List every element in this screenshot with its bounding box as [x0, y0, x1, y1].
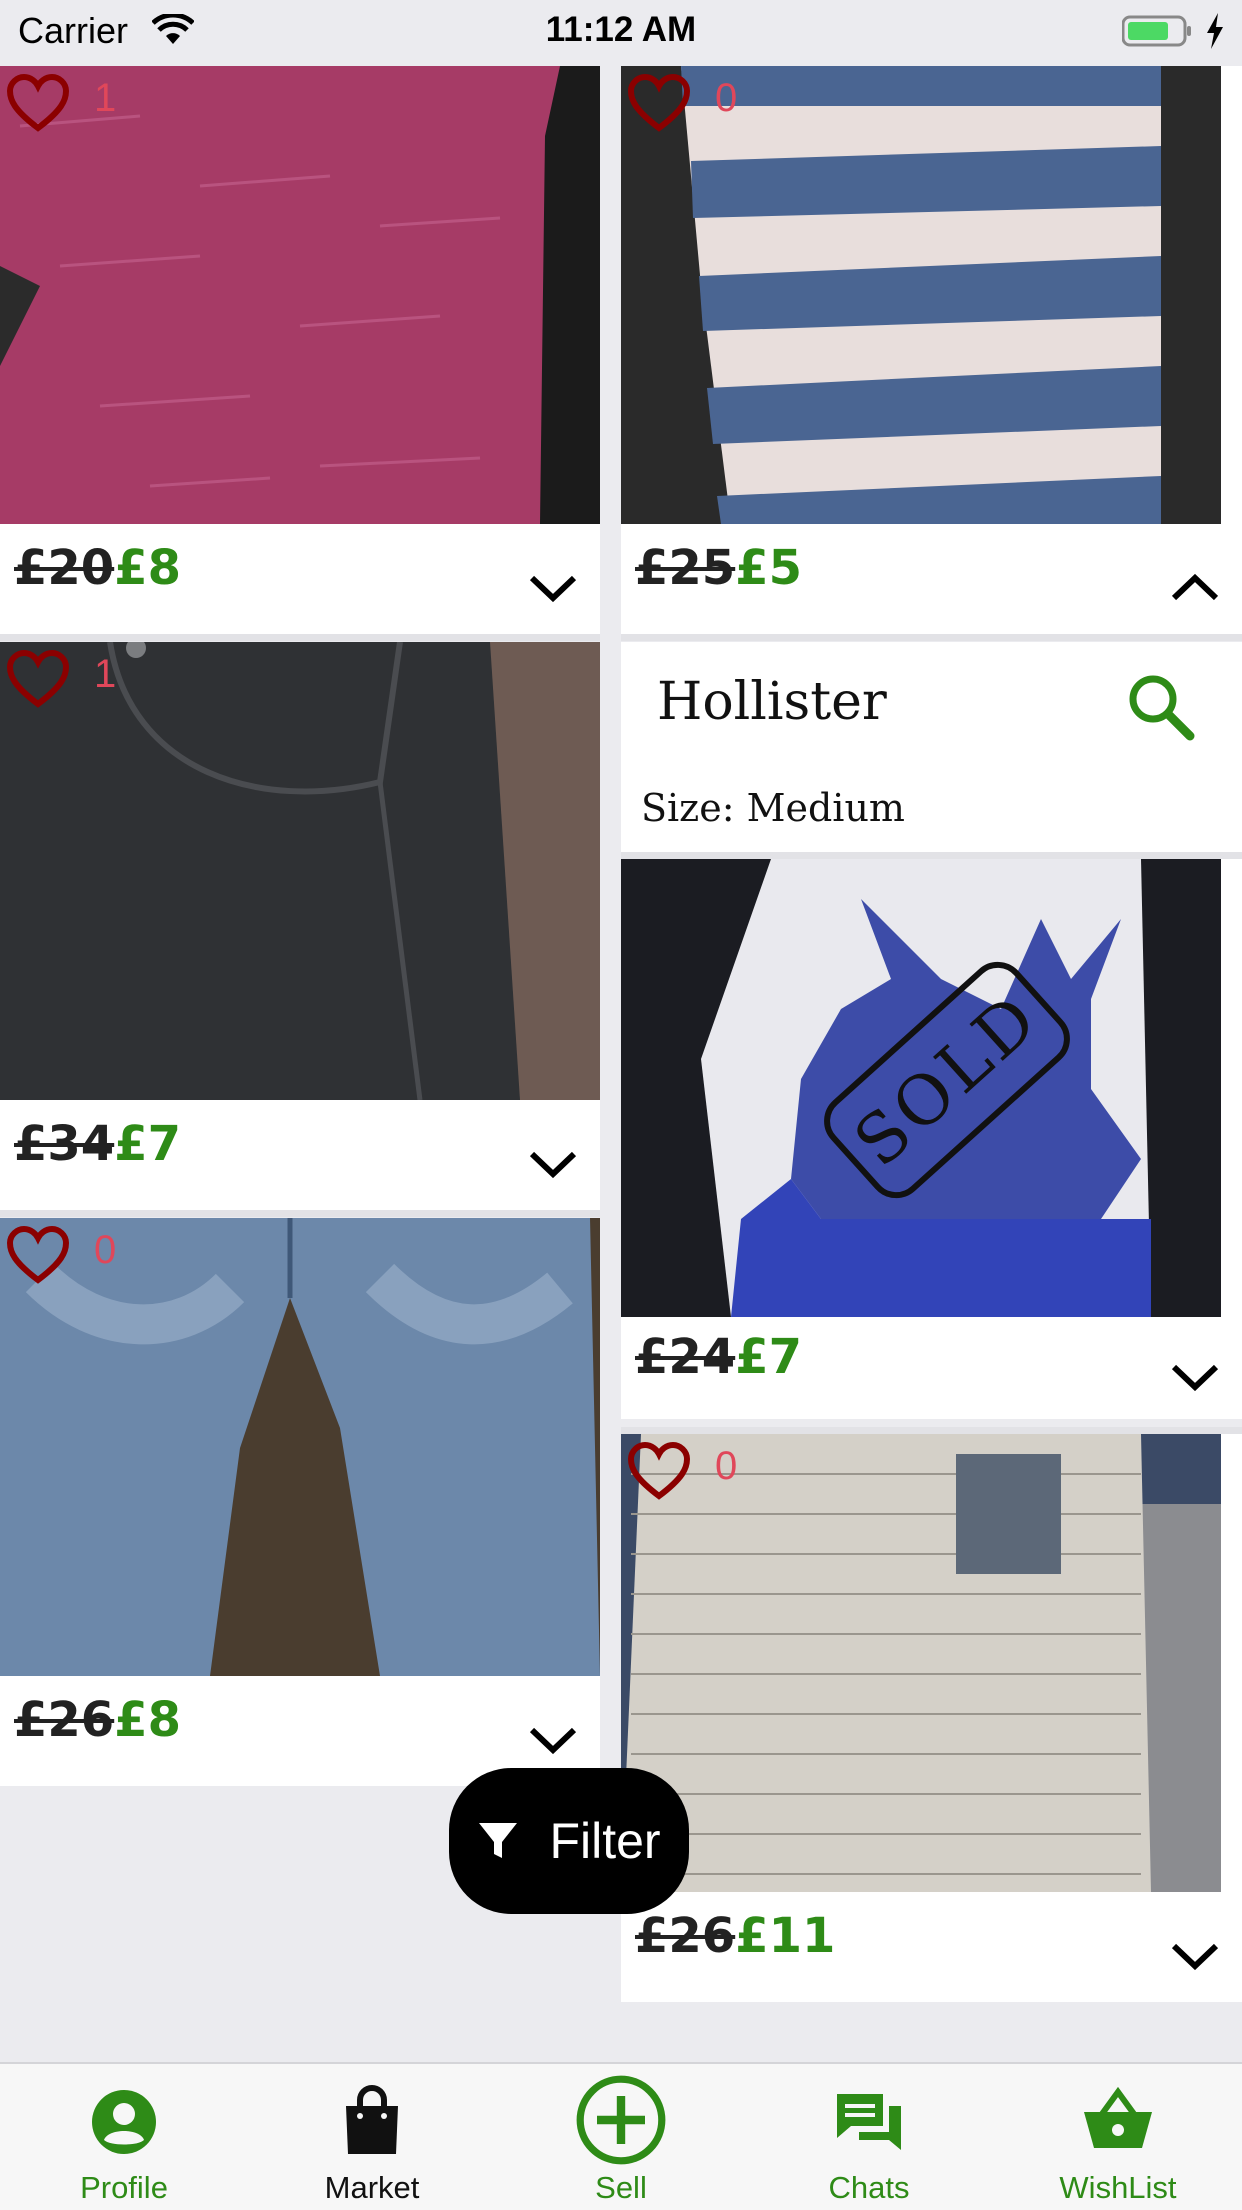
- heart-icon[interactable]: [6, 74, 70, 132]
- filter-button[interactable]: Filter: [449, 1768, 689, 1914]
- chat-icon: [837, 2094, 901, 2150]
- product-photo[interactable]: [0, 1218, 600, 1676]
- chevron-down-icon[interactable]: [528, 1148, 578, 1180]
- like-count: 0: [715, 76, 738, 120]
- shopping-bag-icon: [346, 2085, 398, 2154]
- product-photo[interactable]: [0, 642, 600, 1100]
- tab-label: Sell: [595, 2170, 647, 2205]
- status-bar: Carrier 11:12 AM: [0, 0, 1242, 66]
- tab-label: Market: [324, 2170, 420, 2205]
- price: £26£8: [14, 1692, 181, 1752]
- chevron-down-icon[interactable]: [1170, 1361, 1220, 1393]
- filter-label: Filter: [549, 1813, 661, 1869]
- profile-icon: [92, 2090, 156, 2154]
- product-card[interactable]: 1 £34£7: [0, 642, 600, 1210]
- sale-price: £11: [735, 1908, 836, 1964]
- divider: [621, 634, 1242, 641]
- heart-icon[interactable]: [6, 1226, 70, 1284]
- divider: [621, 1427, 1242, 1434]
- product-card[interactable]: 0 £26£11: [621, 1434, 1242, 2002]
- tab-bar: Profile Market Sell Chats WishList: [0, 2062, 1242, 2210]
- tab-profile[interactable]: Profile: [0, 2064, 248, 2210]
- product-card[interactable]: SOLD £24£7: [621, 859, 1242, 1419]
- chevron-down-icon[interactable]: [1170, 1940, 1220, 1972]
- chevron-down-icon[interactable]: [528, 1724, 578, 1756]
- price: £24£7: [635, 1329, 802, 1389]
- basket-icon: [1084, 2086, 1152, 2148]
- like-count: 1: [94, 652, 117, 696]
- heart-icon[interactable]: [627, 1442, 691, 1500]
- product-card[interactable]: 0 £26£8: [0, 1218, 600, 1786]
- filter-icon: [479, 1823, 518, 1858]
- price: £20£8: [14, 540, 181, 600]
- tab-label: WishList: [1059, 2170, 1177, 2205]
- chevron-down-icon[interactable]: [528, 572, 578, 604]
- like-count: 1: [94, 76, 117, 120]
- product-card[interactable]: 0 £25£5: [621, 66, 1242, 634]
- product-photo[interactable]: [621, 1434, 1221, 1892]
- sale-price: £5: [735, 540, 802, 596]
- tab-chats[interactable]: Chats: [745, 2064, 993, 2210]
- original-price: £34: [14, 1116, 115, 1172]
- product-photo[interactable]: [0, 66, 600, 524]
- product-photo[interactable]: [621, 66, 1221, 524]
- tab-label: Profile: [80, 2170, 168, 2205]
- sale-price: £7: [735, 1329, 802, 1385]
- price: £25£5: [635, 540, 802, 600]
- price: £34£7: [14, 1116, 181, 1176]
- sale-price: £7: [114, 1116, 181, 1172]
- plus-circle-icon: [576, 2075, 666, 2165]
- clock: 11:12 AM: [545, 10, 697, 49]
- item-detail-panel: Hollister Size: Medium: [621, 642, 1242, 854]
- sale-price: £8: [114, 540, 181, 596]
- original-price: £20: [14, 540, 115, 596]
- chevron-up-icon[interactable]: [1170, 572, 1220, 604]
- heart-icon[interactable]: [627, 74, 691, 132]
- sale-price: £8: [114, 1692, 181, 1748]
- tab-market[interactable]: Market: [248, 2064, 496, 2210]
- charging-icon: [1207, 13, 1223, 49]
- tab-label: Chats: [828, 2170, 910, 2205]
- size-label: Size: Medium: [641, 786, 905, 830]
- search-icon[interactable]: [1126, 672, 1196, 742]
- divider: [621, 852, 1242, 859]
- divider: [0, 1210, 600, 1217]
- divider: [0, 634, 600, 641]
- original-price: £26: [635, 1908, 736, 1964]
- original-price: £24: [635, 1329, 736, 1385]
- like-count: 0: [715, 1444, 738, 1488]
- battery-icon: [1122, 15, 1191, 47]
- product-card[interactable]: 1 £20£8: [0, 66, 600, 634]
- tab-wishlist[interactable]: WishList: [994, 2064, 1242, 2210]
- tab-sell[interactable]: Sell: [497, 2064, 745, 2210]
- original-price: £26: [14, 1692, 115, 1748]
- brand-name: Hollister: [657, 672, 887, 732]
- price: £26£11: [635, 1908, 835, 1968]
- heart-icon[interactable]: [6, 650, 70, 708]
- original-price: £25: [635, 540, 736, 596]
- like-count: 0: [94, 1228, 117, 1272]
